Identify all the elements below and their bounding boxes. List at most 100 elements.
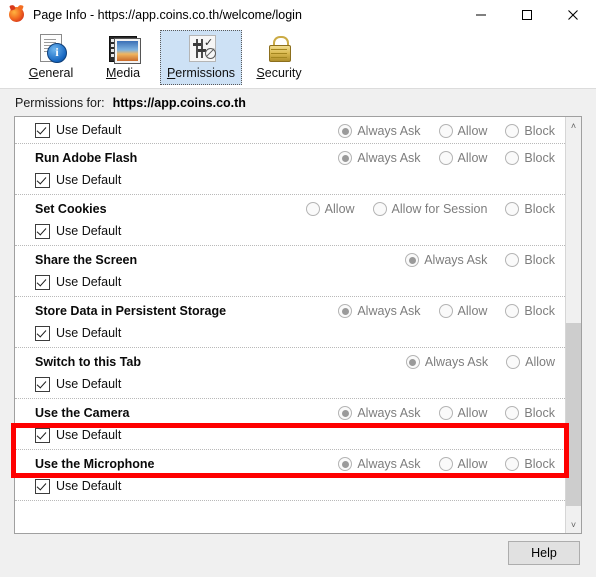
use-default-checkbox[interactable]: Use Default xyxy=(35,478,121,494)
radio-option[interactable]: Allow for Session xyxy=(372,202,488,216)
permissions-list: Use Default Always Ask Allow Block Run Adobe… xyxy=(14,116,582,534)
radio-icon[interactable] xyxy=(338,124,353,138)
help-button[interactable]: Help xyxy=(508,541,580,565)
radio-icon[interactable] xyxy=(505,457,520,471)
radio-option-label: Allow for Session xyxy=(391,202,488,216)
maximize-button[interactable] xyxy=(504,0,550,30)
radio-icon[interactable] xyxy=(438,151,453,165)
radio-option[interactable]: Allow xyxy=(438,406,487,420)
radio-option[interactable]: Allow xyxy=(305,202,355,216)
radio-option[interactable]: Always Ask xyxy=(338,124,421,138)
radio-option[interactable]: Always Ask xyxy=(338,457,421,471)
radio-icon[interactable] xyxy=(506,355,521,369)
radio-icon[interactable] xyxy=(338,304,353,318)
permissions-scrollbar[interactable]: ˄ ˅ xyxy=(565,117,581,533)
radio-icon[interactable] xyxy=(438,406,453,420)
checkbox-icon[interactable] xyxy=(35,376,50,392)
radio-icon[interactable] xyxy=(505,151,520,165)
radio-option-label: Always Ask xyxy=(357,124,421,138)
scrollbar-thumb[interactable] xyxy=(566,323,581,506)
radio-option-label: Block xyxy=(524,304,555,318)
radio-icon[interactable] xyxy=(405,253,420,267)
radio-option[interactable]: Block xyxy=(505,406,555,420)
permission-row-controls: Use Default Always Ask Allow xyxy=(35,355,567,398)
checkbox-icon[interactable] xyxy=(35,427,50,443)
radio-option[interactable]: Block xyxy=(505,124,555,138)
use-default-checkbox[interactable]: Use Default xyxy=(35,122,122,138)
radio-option-label: Block xyxy=(524,151,555,165)
use-default-label: Use Default xyxy=(56,173,122,187)
radio-option-label: Always Ask xyxy=(357,457,421,471)
tab-permissions-label: Permissions xyxy=(166,66,236,80)
radio-option[interactable]: Allow xyxy=(438,304,487,318)
radio-icon[interactable] xyxy=(372,202,387,216)
use-default-checkbox[interactable]: Use Default xyxy=(35,376,121,392)
radio-icon[interactable] xyxy=(305,202,320,216)
page-info-dialog: Page Info - https://app.coins.co.th/welc… xyxy=(0,0,596,577)
checkbox-icon[interactable] xyxy=(35,274,50,290)
radio-option-label: Always Ask xyxy=(424,253,488,267)
radio-option[interactable]: Allow xyxy=(438,124,487,138)
use-default-checkbox[interactable]: Use Default xyxy=(35,172,122,188)
radio-icon[interactable] xyxy=(438,304,453,318)
radio-icon[interactable] xyxy=(438,124,453,138)
radio-option[interactable]: Allow xyxy=(438,151,487,165)
radio-icon[interactable] xyxy=(338,151,353,165)
radio-option[interactable]: Block xyxy=(505,253,555,267)
radio-icon[interactable] xyxy=(405,355,420,369)
checkbox-icon[interactable] xyxy=(35,223,50,239)
close-button[interactable] xyxy=(550,0,596,30)
permission-radio-group: Always Ask Allow xyxy=(388,348,555,376)
radio-option-label: Always Ask xyxy=(357,151,421,165)
minimize-button[interactable] xyxy=(458,0,504,30)
radio-option[interactable]: Always Ask xyxy=(405,355,488,369)
radio-option[interactable]: Block xyxy=(505,151,555,165)
radio-option[interactable]: Block xyxy=(505,304,555,318)
tab-toolbar: i General Media ✓ Permissions Security xyxy=(0,30,596,89)
radio-icon[interactable] xyxy=(338,406,353,420)
scroll-down-arrow[interactable]: ˅ xyxy=(566,516,581,533)
radio-option[interactable]: Block xyxy=(505,457,555,471)
radio-icon[interactable] xyxy=(438,457,453,471)
permission-radio-group: Always Ask Allow Block xyxy=(320,399,555,427)
tab-security[interactable]: Security xyxy=(244,30,314,85)
tab-media[interactable]: Media xyxy=(88,30,158,85)
permission-radio-group: Always Ask Block xyxy=(387,246,555,274)
checkbox-icon[interactable] xyxy=(35,325,50,341)
permissions-for-origin: https://app.coins.co.th xyxy=(112,96,246,110)
radio-icon[interactable] xyxy=(505,304,520,318)
use-default-checkbox[interactable]: Use Default xyxy=(35,325,122,341)
radio-option[interactable]: Always Ask xyxy=(338,406,421,420)
scroll-up-arrow[interactable]: ˄ xyxy=(566,117,581,134)
radio-option-label: Block xyxy=(524,457,555,471)
radio-icon[interactable] xyxy=(505,124,520,138)
use-default-label: Use Default xyxy=(56,224,122,238)
use-default-checkbox[interactable]: Use Default xyxy=(35,274,121,290)
use-default-label: Use Default xyxy=(56,123,122,137)
filmstrip-photo-icon xyxy=(107,32,141,64)
permission-row-controls: Use Default Allow Allow for Session Block xyxy=(35,202,567,245)
checkbox-icon[interactable] xyxy=(35,478,50,494)
radio-icon[interactable] xyxy=(505,253,520,267)
radio-option[interactable]: Block xyxy=(505,202,555,216)
tab-permissions[interactable]: ✓ Permissions xyxy=(160,30,242,85)
permission-row-controls: Use Default Always Ask Block xyxy=(35,253,567,296)
radio-icon[interactable] xyxy=(505,406,520,420)
use-default-checkbox[interactable]: Use Default xyxy=(35,427,121,443)
radio-option-label: Allow xyxy=(457,457,488,471)
radio-icon[interactable] xyxy=(505,202,520,216)
use-default-checkbox[interactable]: Use Default xyxy=(35,223,122,239)
radio-option[interactable]: Always Ask xyxy=(405,253,487,267)
checkbox-icon[interactable] xyxy=(35,172,50,188)
radio-option[interactable]: Always Ask xyxy=(338,151,421,165)
radio-option[interactable]: Allow xyxy=(506,355,555,369)
radio-option[interactable]: Always Ask xyxy=(338,304,421,318)
permissions-for-label: Permissions for: xyxy=(15,96,105,110)
tab-general[interactable]: i General xyxy=(16,30,86,85)
checkbox-icon[interactable] xyxy=(35,122,50,138)
permission-radio-group: Allow Allow for Session Block xyxy=(288,195,555,223)
radio-option[interactable]: Allow xyxy=(438,457,488,471)
padlock-icon xyxy=(263,32,295,64)
radio-icon[interactable] xyxy=(338,457,353,471)
use-default-label: Use Default xyxy=(56,326,122,340)
